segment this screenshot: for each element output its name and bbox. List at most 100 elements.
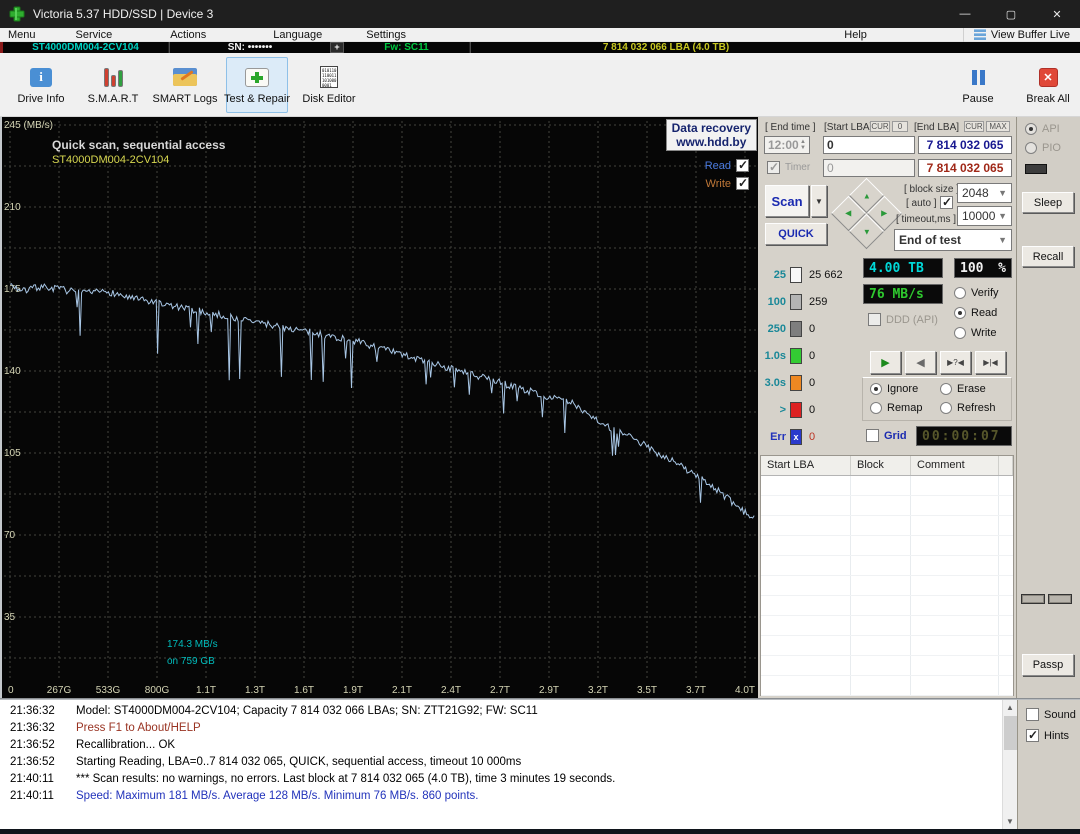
log-scrollbar[interactable]: ▲ ▼ xyxy=(1002,700,1017,829)
test-repair-button[interactable]: Test & Repair xyxy=(226,57,288,113)
read-checkbox[interactable] xyxy=(736,159,749,172)
table-row[interactable] xyxy=(761,576,1013,596)
hints-option[interactable]: Hints xyxy=(1026,729,1069,742)
start-lba-input[interactable]: 0 xyxy=(823,136,915,154)
passp-button[interactable]: Passp xyxy=(1022,654,1074,676)
verify-option[interactable]: Verify xyxy=(954,287,999,299)
minimize-button[interactable]: — xyxy=(942,0,988,28)
maximize-button[interactable]: ▢ xyxy=(988,0,1034,28)
end-lba-max-button[interactable]: MAX xyxy=(986,121,1010,132)
write-legend: Write xyxy=(706,177,749,190)
end-lba-cur-button[interactable]: CUR xyxy=(964,121,984,132)
svg-text:533G: 533G xyxy=(96,685,121,696)
timer-label: Timer xyxy=(785,162,810,173)
end-of-test-combo[interactable]: End of test▼ xyxy=(894,229,1012,251)
drive-info-button[interactable]: i Drive Info xyxy=(10,57,72,113)
pio-option: PIO xyxy=(1025,142,1061,154)
ddd-option[interactable]: DDD (API) xyxy=(868,313,938,326)
scroll-up-icon[interactable]: ▲ xyxy=(1003,700,1018,715)
block-size-combo[interactable]: 2048▼ xyxy=(957,183,1012,203)
table-row[interactable] xyxy=(761,496,1013,516)
table-row[interactable] xyxy=(761,676,1013,696)
device-model: ST4000DM004-2CV104 xyxy=(3,42,168,53)
menu-item-language[interactable]: Language xyxy=(267,29,328,41)
menu-item-help[interactable]: Help xyxy=(838,29,873,41)
start-lba-cur-button[interactable]: CUR xyxy=(870,121,890,132)
folder-pencil-icon xyxy=(173,68,197,86)
indicator-led-right xyxy=(1048,594,1072,604)
scan-button[interactable]: Scan xyxy=(765,185,809,217)
ignore-radio xyxy=(870,383,882,395)
table-row[interactable] xyxy=(761,556,1013,576)
quick-button[interactable]: QUICK xyxy=(765,223,827,245)
table-row[interactable] xyxy=(761,636,1013,656)
sound-option[interactable]: Sound xyxy=(1026,708,1076,721)
menu-item-menu[interactable]: Menu xyxy=(2,29,42,41)
erase-option[interactable]: Erase xyxy=(940,383,986,395)
current-lba-display: 7 814 032 065 xyxy=(918,159,1012,177)
read-legend: Read xyxy=(705,159,749,172)
svg-text:70: 70 xyxy=(4,530,16,541)
write-checkbox[interactable] xyxy=(736,177,749,190)
menu-item-settings[interactable]: Settings xyxy=(360,29,412,41)
pause-button[interactable]: Pause xyxy=(950,57,1006,113)
table-row[interactable] xyxy=(761,596,1013,616)
scroll-down-icon[interactable]: ▼ xyxy=(1003,814,1018,829)
goto-end-button[interactable]: ▶|◀ xyxy=(975,351,1006,374)
table-row[interactable] xyxy=(761,536,1013,556)
scroll-thumb[interactable] xyxy=(1004,716,1017,750)
defect-table[interactable]: Start LBA Block Comment xyxy=(760,455,1014,696)
buffer-icon xyxy=(974,29,986,40)
menu-item-service[interactable]: Service xyxy=(70,29,119,41)
stat-row-Err: Errx0 xyxy=(762,429,815,445)
right-arrow-icon: ▶ xyxy=(881,209,887,218)
svg-text:1.1T: 1.1T xyxy=(196,685,216,696)
table-row[interactable] xyxy=(761,476,1013,496)
log-entry: 21:36:32Model: ST4000DM004-2CV104; Capac… xyxy=(0,705,1002,722)
end-lba-display[interactable]: 7 814 032 065 xyxy=(918,136,1012,154)
title-bar: Victoria 5.37 HDD/SSD | Device 3 — ▢ ✕ xyxy=(0,0,1080,28)
svg-text:3.7T: 3.7T xyxy=(686,685,706,696)
table-row[interactable] xyxy=(761,516,1013,536)
scan-dropdown-button[interactable]: ▼ xyxy=(811,185,827,217)
timer-checkbox[interactable] xyxy=(767,161,780,174)
refresh-option[interactable]: Refresh xyxy=(940,402,996,414)
timeout-label: [ timeout,ms ] xyxy=(896,214,956,225)
break-all-button[interactable]: ✕ Break All xyxy=(1020,57,1076,113)
smart-button[interactable]: S.M.A.R.T xyxy=(82,57,144,113)
table-row[interactable] xyxy=(761,656,1013,676)
sleep-button[interactable]: Sleep xyxy=(1022,192,1074,213)
remap-option[interactable]: Remap xyxy=(870,402,922,414)
menu-item-actions[interactable]: Actions xyxy=(164,29,212,41)
rewind-button[interactable]: ◀ xyxy=(905,351,936,374)
view-buffer-live-button[interactable]: View Buffer Live xyxy=(963,28,1080,42)
graph-canvas: 0267G533G800G1.1T1.3T1.6T1.9T2.1T2.4T2.7… xyxy=(2,117,758,697)
write-option[interactable]: Write xyxy=(954,327,996,339)
svg-text:800G: 800G xyxy=(145,685,170,696)
log-list[interactable]: 21:36:32Model: ST4000DM004-2CV104; Capac… xyxy=(0,700,1002,829)
auto-checkbox[interactable] xyxy=(940,196,953,209)
timer-input[interactable]: 0 xyxy=(823,159,915,177)
end-time-spinner[interactable]: 12:00▲▼ xyxy=(764,136,810,154)
grid-checkbox[interactable] xyxy=(866,429,879,442)
recall-button[interactable]: Recall xyxy=(1022,246,1074,267)
stat-row->: >0 xyxy=(762,402,815,418)
close-button[interactable]: ✕ xyxy=(1034,0,1080,28)
table-row[interactable] xyxy=(761,616,1013,636)
seek-test-button[interactable]: ▶?◀ xyxy=(940,351,971,374)
svg-text:1.6T: 1.6T xyxy=(294,685,314,696)
app-window: Victoria 5.37 HDD/SSD | Device 3 — ▢ ✕ M… xyxy=(0,0,1080,834)
read-option[interactable]: Read xyxy=(954,307,997,319)
ignore-option[interactable]: Ignore xyxy=(870,383,918,395)
timeout-combo[interactable]: 10000▼ xyxy=(957,206,1012,226)
graph-title: Quick scan, sequential access xyxy=(52,138,225,152)
menu-bar: Menu Service Actions Language Settings H… xyxy=(0,28,1080,42)
smart-logs-button[interactable]: SMART Logs xyxy=(154,57,216,113)
svg-text:4.0T: 4.0T xyxy=(735,685,755,696)
start-lba-zero-button[interactable]: 0 xyxy=(892,121,908,132)
serial-reveal-button[interactable]: + xyxy=(330,42,344,53)
start-scan-button[interactable]: ▶ xyxy=(870,351,901,374)
disk-editor-button[interactable]: 010110 110011 101000 0001 Disk Editor xyxy=(298,57,360,113)
svg-text:2.1T: 2.1T xyxy=(392,685,412,696)
stat-block-icon xyxy=(790,375,802,391)
